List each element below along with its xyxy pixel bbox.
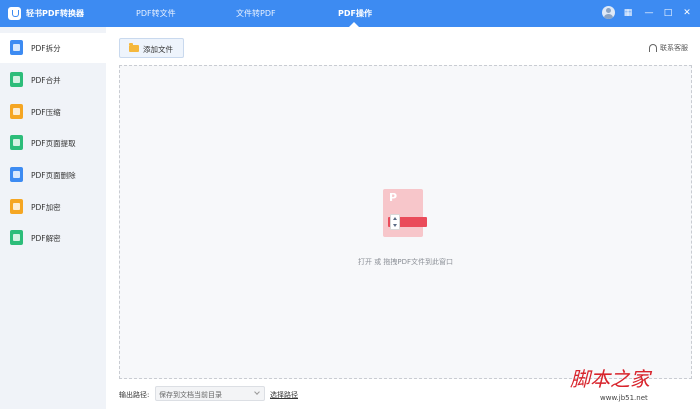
sidebar: PDF拆分 PDF合并 PDF压缩 PDF页面提取 PDF页面删除 PDF加密 … xyxy=(0,27,106,409)
sidebar-item-label: PDF压缩 xyxy=(31,108,61,117)
watermark-url: www.jb51.net xyxy=(600,394,648,402)
compress-icon xyxy=(10,104,23,119)
sidebar-item-pdf-compress[interactable]: PDF压缩 xyxy=(0,97,106,127)
sidebar-item-pdf-merge[interactable]: PDF合并 xyxy=(0,65,106,95)
drop-hint-text: 打开 或 拖拽PDF文件到此窗口 xyxy=(357,258,454,266)
folder-icon xyxy=(129,43,139,52)
output-path-select[interactable]: 保存到文档当前目录 xyxy=(155,386,265,401)
close-icon[interactable]: ✕ xyxy=(680,6,694,20)
delete-page-icon xyxy=(10,167,23,182)
split-arrows-icon xyxy=(390,214,400,230)
minimize-icon[interactable]: — xyxy=(642,6,656,20)
file-letter: P xyxy=(389,191,398,204)
sidebar-item-label: PDF页面提取 xyxy=(31,139,76,148)
add-files-button[interactable]: 添加文件 xyxy=(119,38,184,58)
active-tab-indicator xyxy=(349,22,359,27)
app-logo-icon xyxy=(8,7,21,20)
tab-pdf-operations[interactable]: PDF操作 xyxy=(338,8,372,19)
sidebar-item-label: PDF解密 xyxy=(31,234,61,243)
sidebar-item-pdf-page-extract[interactable]: PDF页面提取 xyxy=(0,128,106,158)
contact-support-label: 联系客服 xyxy=(660,44,688,52)
grid-menu-icon[interactable]: ▦ xyxy=(621,6,635,20)
headset-icon xyxy=(649,44,657,52)
sidebar-item-pdf-page-delete[interactable]: PDF页面删除 xyxy=(0,160,106,190)
sidebar-item-label: PDF拆分 xyxy=(31,44,61,53)
sidebar-item-pdf-split[interactable]: PDF拆分 xyxy=(0,33,106,63)
sidebar-item-pdf-decrypt[interactable]: PDF解密 xyxy=(0,223,106,253)
title-bar: 轻书PDF转换器 PDF转文件 文件转PDF PDF操作 ▦ — □ ✕ xyxy=(0,0,700,27)
pdf-file-icon: P xyxy=(383,189,427,237)
output-path-label: 输出路径: xyxy=(119,391,150,399)
choose-path-link[interactable]: 选择路径 xyxy=(270,390,298,400)
watermark: 脚本之家 www.jb51.net xyxy=(570,363,696,407)
extract-icon xyxy=(10,135,23,150)
tab-file-to-pdf[interactable]: 文件转PDF xyxy=(236,8,276,19)
maximize-icon[interactable]: □ xyxy=(661,6,675,20)
user-avatar-icon[interactable] xyxy=(602,6,615,19)
file-drop-zone[interactable]: P 打开 或 拖拽PDF文件到此窗口 xyxy=(119,65,692,379)
sidebar-item-label: PDF加密 xyxy=(31,203,61,212)
watermark-logo-text: 脚本之家 xyxy=(570,367,650,391)
sidebar-item-label: PDF页面删除 xyxy=(31,171,76,180)
unlock-icon xyxy=(10,230,23,245)
sidebar-item-label: PDF合并 xyxy=(31,76,61,85)
app-title: 轻书PDF转换器 xyxy=(26,9,84,18)
split-icon xyxy=(10,40,23,55)
tab-pdf-to-file[interactable]: PDF转文件 xyxy=(136,8,176,19)
lock-icon xyxy=(10,199,23,214)
output-path-value: 保存到文档当前目录 xyxy=(159,391,222,399)
add-files-label: 添加文件 xyxy=(143,45,173,54)
merge-icon xyxy=(10,72,23,87)
chevron-down-icon xyxy=(254,389,260,395)
sidebar-item-pdf-encrypt[interactable]: PDF加密 xyxy=(0,192,106,222)
